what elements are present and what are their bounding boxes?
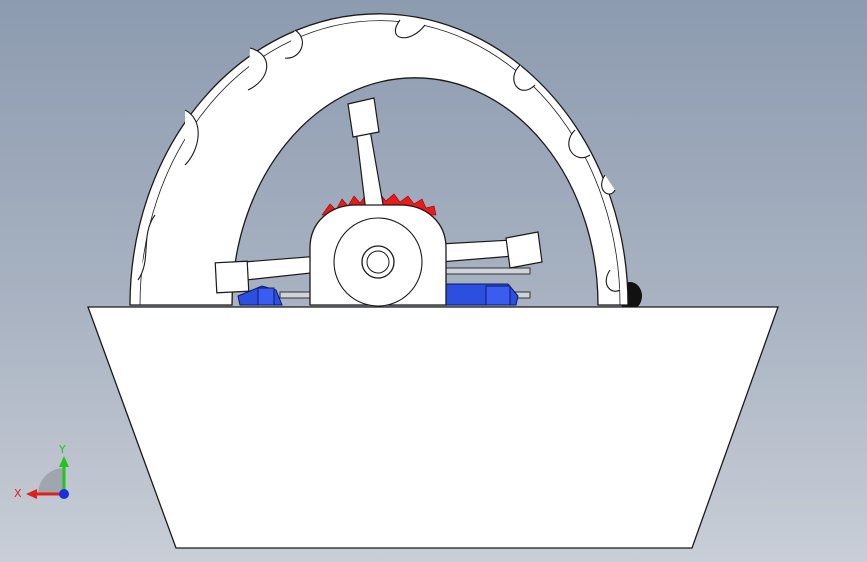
triad-plane (38, 468, 64, 494)
x-axis-arrow (26, 489, 37, 499)
model-scene[interactable] (0, 0, 867, 562)
hub-housing (309, 204, 447, 307)
graphics-viewport[interactable]: Y X (0, 0, 867, 562)
y-axis-arrow (59, 456, 69, 467)
base-frame[interactable] (87, 306, 779, 549)
y-axis-label: Y (58, 443, 66, 456)
x-axis-label: X (14, 487, 22, 500)
coordinate-triad: Y X (14, 443, 69, 500)
motor-right (445, 283, 519, 306)
z-axis-dot (59, 489, 69, 499)
